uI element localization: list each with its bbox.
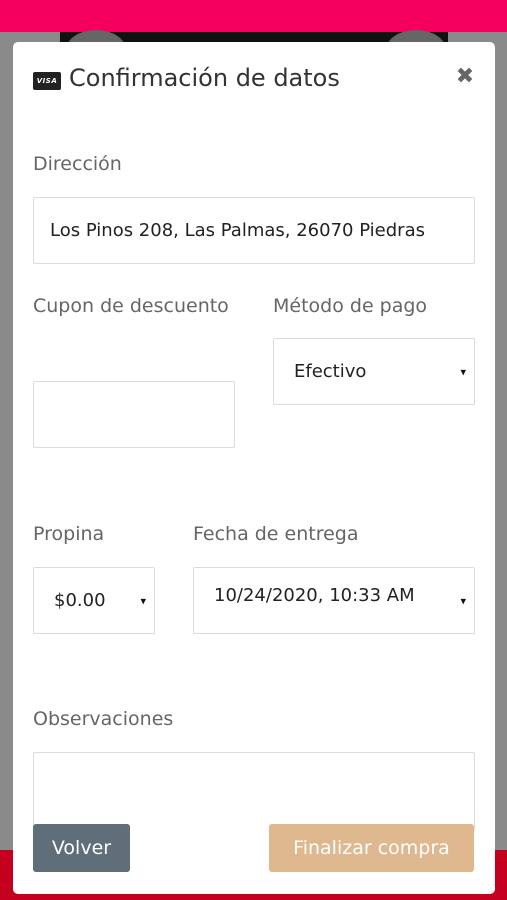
delivery-date-value: 10/24/2020, 10:33 AM bbox=[214, 584, 415, 606]
chevron-down-icon: ▾ bbox=[460, 594, 466, 607]
app-top-bar bbox=[0, 0, 507, 32]
address-value: Los Pinos 208, Las Palmas, 26070 Piedras bbox=[50, 220, 425, 241]
confirmation-modal: VISA Confirmación de datos ✖ Dirección L… bbox=[13, 42, 495, 894]
tip-select[interactable]: $0.00 ▾ bbox=[33, 567, 155, 634]
delivery-date-label: Fecha de entrega bbox=[193, 523, 359, 545]
payment-method-select[interactable]: Efectivo ▾ bbox=[273, 338, 475, 405]
tip-label: Propina bbox=[33, 523, 105, 545]
finish-purchase-button[interactable]: Finalizar compra bbox=[269, 824, 474, 872]
visa-card-icon: VISA bbox=[33, 72, 61, 90]
coupon-label: Cupon de descuento bbox=[33, 295, 229, 317]
modal-header: VISA Confirmación de datos ✖ bbox=[13, 42, 495, 122]
close-icon[interactable]: ✖ bbox=[453, 64, 477, 90]
chevron-down-icon: ▾ bbox=[140, 594, 146, 607]
address-input[interactable]: Los Pinos 208, Las Palmas, 26070 Piedras bbox=[33, 197, 475, 264]
payment-method-value: Efectivo bbox=[294, 361, 367, 382]
payment-method-label: Método de pago bbox=[273, 295, 428, 317]
delivery-date-select[interactable]: 10/24/2020, 10:33 AM ▾ bbox=[193, 567, 475, 634]
notes-label: Observaciones bbox=[33, 708, 174, 730]
modal-title: Confirmación de datos bbox=[69, 64, 340, 92]
coupon-input[interactable] bbox=[33, 381, 235, 448]
tip-value: $0.00 bbox=[54, 590, 106, 611]
chevron-down-icon: ▾ bbox=[460, 365, 466, 378]
back-button[interactable]: Volver bbox=[33, 824, 130, 872]
address-label: Dirección bbox=[33, 153, 122, 175]
notes-textarea[interactable] bbox=[33, 752, 475, 832]
